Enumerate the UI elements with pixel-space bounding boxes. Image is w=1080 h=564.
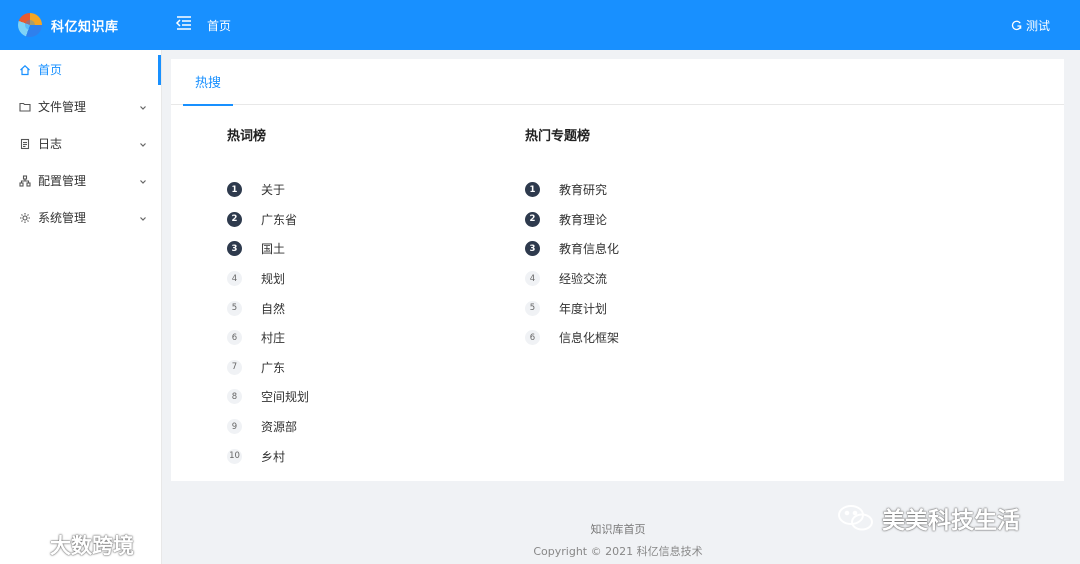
folder-icon <box>19 101 31 113</box>
rank-badge: 8 <box>227 389 242 405</box>
rank-badge: 10 <box>227 448 242 464</box>
sidebar-item-label: 配置管理 <box>38 174 87 188</box>
list-item[interactable]: 5 自然 <box>227 293 309 323</box>
list-item-label: 教育理论 <box>559 212 608 227</box>
list-item-label: 教育信息化 <box>559 242 620 257</box>
list-item-label: 信息化框架 <box>559 331 620 346</box>
list-item[interactable]: 2 教育理论 <box>525 205 619 235</box>
gear-icon <box>19 212 31 224</box>
tab-bar: 热搜 <box>171 59 1064 106</box>
watermark-right-text: 美美科技生活 <box>882 508 1020 534</box>
hot-topics-panel: 热门专题榜 1 教育研究 2 教育理论 3 教育信息化 4 经验交流 5 年度计划 6 信息… <box>525 125 619 353</box>
sidebar-item-label: 首页 <box>38 63 63 77</box>
list-item-label: 规划 <box>261 272 286 287</box>
hot-topics-list: 1 教育研究 2 教育理论 3 教育信息化 4 经验交流 5 年度计划 6 信息化框架 <box>525 175 619 353</box>
main-card: 热搜 热词榜 1 关于 2 广东省 3 国土 4 规划 5 自然 6 村庄 7 广东 8 空间规… <box>171 59 1064 481</box>
rank-badge: 1 <box>227 182 242 198</box>
chevron-down-icon <box>139 175 147 184</box>
rank-badge: 2 <box>525 211 540 227</box>
footer-home-link-label: 知识库首页 <box>590 523 646 536</box>
list-item[interactable]: 9 资源部 <box>227 412 309 442</box>
rank-badge: 5 <box>227 300 242 316</box>
rank-badge: 4 <box>525 271 540 287</box>
sidebar-item-files[interactable]: 文件管理 <box>0 88 161 125</box>
user-name: 测试 <box>1025 19 1050 33</box>
home-icon <box>19 64 31 76</box>
list-item-label: 空间规划 <box>261 390 310 405</box>
list-item[interactable]: 6 村庄 <box>227 323 309 353</box>
log-icon <box>19 138 31 150</box>
list-item-label: 关于 <box>261 183 286 198</box>
wechat-icon <box>838 505 873 531</box>
sidebar-item-logs[interactable]: 日志 <box>0 125 161 162</box>
breadcrumb[interactable]: 首页 <box>207 17 231 34</box>
rank-badge: 9 <box>227 419 242 435</box>
list-item[interactable]: 8 空间规划 <box>227 382 309 412</box>
list-item-label: 广东省 <box>261 212 298 227</box>
sidebar-item-label: 文件管理 <box>38 100 87 114</box>
hot-words-panel: 热词榜 1 关于 2 广东省 3 国土 4 规划 5 自然 6 村庄 7 广东 8 空间规划 9… <box>227 125 309 471</box>
rank-badge: 3 <box>525 241 540 257</box>
top-header: 科亿知识库 首页 测试 <box>0 0 1080 50</box>
watermark-right: 美美科技生活 <box>836 501 1020 535</box>
list-item[interactable]: 7 广东 <box>227 353 309 383</box>
list-item-label: 国土 <box>261 242 286 257</box>
hot-topics-title: 热门专题榜 <box>525 129 591 144</box>
logo-mark-icon <box>18 13 42 37</box>
watermark-left: 大数跨境 <box>8 530 134 560</box>
list-item-label: 广东 <box>261 360 286 375</box>
sitemap-icon <box>19 174 31 187</box>
list-item-label: 村庄 <box>261 331 286 346</box>
rank-badge: 3 <box>227 241 242 257</box>
list-item-label: 自然 <box>261 301 286 316</box>
logout-icon <box>1011 20 1022 31</box>
list-item-label: 乡村 <box>261 449 286 464</box>
sidebar-item-label: 系统管理 <box>38 211 87 225</box>
list-item-label: 资源部 <box>261 420 298 435</box>
list-item[interactable]: 2 广东省 <box>227 205 309 235</box>
chevron-down-icon <box>139 101 147 110</box>
rank-badge: 2 <box>227 211 242 227</box>
chevron-down-icon <box>139 138 147 147</box>
rank-badge: 4 <box>227 271 242 287</box>
rank-badge: 6 <box>525 330 540 346</box>
rank-badge: 1 <box>525 182 540 198</box>
list-item[interactable]: 5 年度计划 <box>525 293 619 323</box>
watermark-left-text: 大数跨境 <box>50 534 134 558</box>
list-item[interactable]: 3 国土 <box>227 234 309 264</box>
list-item[interactable]: 10 乡村 <box>227 441 309 471</box>
footer-copyright: Copyright © 2021 科亿信息技术 <box>533 545 703 558</box>
list-item[interactable]: 4 经验交流 <box>525 264 619 294</box>
menu-collapse-icon[interactable] <box>175 14 193 32</box>
list-item[interactable]: 4 规划 <box>227 264 309 294</box>
list-item[interactable]: 1 教育研究 <box>525 175 619 205</box>
sidebar-item-system[interactable]: 系统管理 <box>0 199 161 236</box>
sidebar-item-config[interactable]: 配置管理 <box>0 162 161 199</box>
rank-badge: 6 <box>227 330 242 346</box>
user-menu[interactable]: 测试 <box>1011 17 1050 34</box>
sidebar-item-home[interactable]: 首页 <box>0 51 161 88</box>
list-item-label: 教育研究 <box>559 183 608 198</box>
logo[interactable]: 科亿知识库 <box>0 0 162 50</box>
logo-text: 科亿知识库 <box>51 19 119 35</box>
hot-words-title: 热词榜 <box>227 129 267 144</box>
list-item[interactable]: 6 信息化框架 <box>525 323 619 353</box>
hot-words-list: 1 关于 2 广东省 3 国土 4 规划 5 自然 6 村庄 7 广东 8 空间规划 9 资源部 … <box>227 175 309 471</box>
list-item-label: 经验交流 <box>559 272 608 287</box>
list-item[interactable]: 1 关于 <box>227 175 309 205</box>
sidebar: 首页 文件管理 日志 配置管理 系统管理 <box>0 50 162 564</box>
list-item-label: 年度计划 <box>559 301 608 316</box>
chevron-down-icon <box>139 212 147 221</box>
list-item[interactable]: 3 教育信息化 <box>525 234 619 264</box>
watermark-logo-icon <box>10 534 46 557</box>
sidebar-item-label: 日志 <box>38 137 63 151</box>
tab-hot-search[interactable]: 热搜 <box>183 59 233 106</box>
rank-badge: 5 <box>525 300 540 316</box>
rank-badge: 7 <box>227 359 242 375</box>
